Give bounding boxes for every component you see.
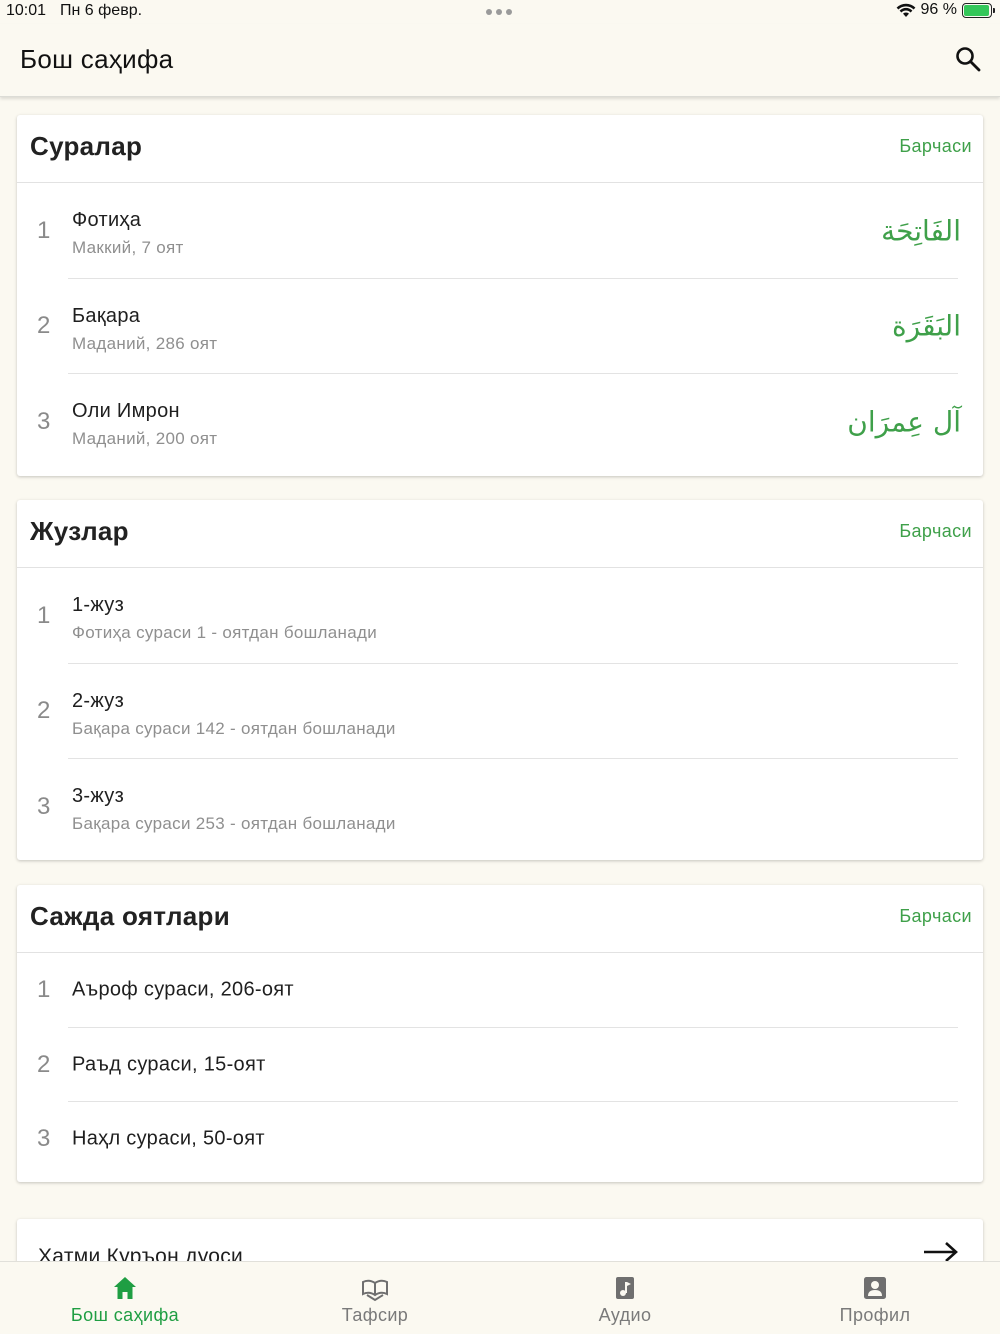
suras-title: Суралар xyxy=(30,131,143,161)
battery-icon xyxy=(962,2,995,18)
juz-info: Бақара сураси 253 - оятдан бошланади xyxy=(72,814,396,833)
sura-number: 2 xyxy=(37,312,51,340)
juz-name: 1-жуз xyxy=(72,594,125,616)
sura-name: Бақара xyxy=(72,304,141,327)
tab-audio[interactable]: Аудио xyxy=(500,1262,750,1334)
sajda-all-link[interactable]: Барчаси xyxy=(899,906,972,927)
sajda-header: Сажда оятлари Барчаси xyxy=(17,885,983,953)
juz-title: Жузлар xyxy=(30,516,129,546)
juz-row[interactable]: 3 3-жуз Бақара сураси 253 - оятдан бошла… xyxy=(17,759,983,855)
bottom-tab-bar: Бош саҳифа Тафсир Аудио Профил xyxy=(0,1261,1000,1334)
sajda-number: 3 xyxy=(37,1125,51,1153)
sura-row[interactable]: 3 Оли Имрон Маданий, 200 оят آل عِمرَان xyxy=(17,374,983,470)
sura-info: Маданий, 286 оят xyxy=(72,333,218,353)
juz-card: Жузлар Барчаси 1 1-жуз Фотиҳа сураси 1 -… xyxy=(17,500,983,860)
sura-info: Маданий, 200 оят xyxy=(72,429,218,448)
sajda-row[interactable]: 3 Наҳл сураси, 50-оят xyxy=(17,1102,983,1177)
juz-all-link[interactable]: Барчаси xyxy=(899,521,972,542)
juz-number: 1 xyxy=(37,601,51,629)
sajda-title: Сажда оятлари xyxy=(30,901,231,931)
tab-home[interactable]: Бош саҳифа xyxy=(0,1262,250,1334)
sajda-name: Аъроф сураси, 206-оят xyxy=(72,978,294,1001)
juz-name: 3-жуз xyxy=(72,785,125,807)
sura-arabic-name: الفَاتِحَة xyxy=(881,214,961,248)
sura-number: 3 xyxy=(37,407,51,435)
sura-number: 1 xyxy=(37,216,51,244)
home-icon xyxy=(114,1277,136,1299)
suras-all-link[interactable]: Барчаси xyxy=(899,136,972,157)
book-icon xyxy=(362,1279,388,1302)
app-bar: Бош саҳифа xyxy=(0,24,1000,97)
tab-audio-label: Аудио xyxy=(598,1305,652,1325)
sura-info: Маккий, 7 оят xyxy=(72,238,184,257)
tab-home-label: Бош саҳифа xyxy=(70,1305,180,1325)
status-date: Пн 6 февр. xyxy=(60,2,143,19)
sajda-row[interactable]: 2 Раъд сураси, 15-оят xyxy=(17,1028,983,1102)
profile-icon xyxy=(864,1277,886,1299)
main-content: Суралар Барчаси 1 Фотиҳа Маккий, 7 оят ا… xyxy=(0,97,1000,1261)
juz-number: 3 xyxy=(37,792,51,820)
juz-name: 2-жуз xyxy=(72,689,125,712)
khatm-dua-label: Хатми Қуръон дуоси xyxy=(38,1245,244,1261)
sura-arabic-name: آل عِمرَان xyxy=(847,405,961,439)
suras-header: Суралар Барчаси xyxy=(17,115,983,183)
tab-tafsir-label: Тафсир xyxy=(341,1305,409,1325)
status-time: 10:01 xyxy=(6,2,47,19)
juz-row[interactable]: 1 1-жуз Фотиҳа сураси 1 - оятдан бошлана… xyxy=(17,568,983,664)
juz-info: Фотиҳа сураси 1 - оятдан бошланади xyxy=(72,623,377,642)
multitasking-dots-icon[interactable] xyxy=(486,9,512,15)
status-right: 96 % xyxy=(896,1,995,19)
sura-row[interactable]: 2 Бақара Маданий, 286 оят البَقَرَة xyxy=(17,279,983,374)
sajda-card: Сажда оятлари Барчаси 1 Аъроф сураси, 20… xyxy=(17,885,983,1182)
page-title: Бош саҳифа xyxy=(20,44,174,74)
juz-header: Жузлар Барчаси xyxy=(17,500,983,568)
arrow-right-icon xyxy=(924,1242,958,1261)
sajda-name: Наҳл сураси, 50-оят xyxy=(72,1127,265,1150)
status-bar: 10:01 Пн 6 февр. 96 % xyxy=(0,0,1000,24)
juz-number: 2 xyxy=(37,697,51,725)
search-icon[interactable] xyxy=(954,45,982,73)
audio-icon xyxy=(616,1277,634,1299)
juz-row[interactable]: 2 2-жуз Бақара сураси 142 - оятдан бошла… xyxy=(17,664,983,759)
battery-percent: 96 % xyxy=(920,1,957,18)
sura-arabic-name: البَقَرَة xyxy=(891,309,961,343)
sajda-row[interactable]: 1 Аъроф сураси, 206-оят xyxy=(17,953,983,1028)
khatm-dua-row[interactable]: Хатми Қуръон дуоси xyxy=(17,1219,983,1261)
juz-info: Бақара сураси 142 - оятдан бошланади xyxy=(72,718,396,738)
wifi-icon xyxy=(896,3,915,17)
sura-name: Фотиҳа xyxy=(72,209,142,231)
sajda-number: 2 xyxy=(37,1050,51,1078)
sura-row[interactable]: 1 Фотиҳа Маккий, 7 оят الفَاتِحَة xyxy=(17,183,983,279)
sajda-number: 1 xyxy=(37,976,51,1004)
sura-name: Оли Имрон xyxy=(72,400,180,422)
tab-profile-label: Профил xyxy=(839,1305,911,1325)
suras-card: Суралар Барчаси 1 Фотиҳа Маккий, 7 оят ا… xyxy=(17,115,983,476)
tab-tafsir[interactable]: Тафсир xyxy=(250,1262,500,1334)
tab-profile[interactable]: Профил xyxy=(750,1262,1000,1334)
sajda-name: Раъд сураси, 15-оят xyxy=(72,1053,266,1076)
